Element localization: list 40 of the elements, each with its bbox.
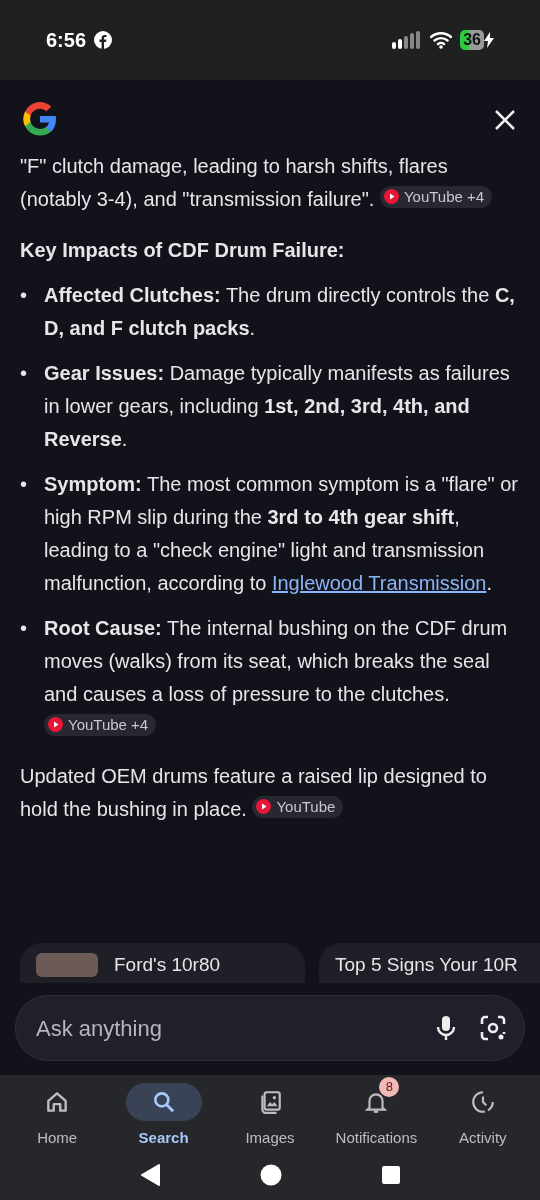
body-text: Affected Clutches: The drum directly controls the C, D, and F clutch packs. <box>44 283 516 341</box>
source-link[interactable]: Inglewood Transmission <box>271 572 487 594</box>
nav-tab[interactable]: Activity <box>429 1075 537 1150</box>
nav-tab[interactable]: Images <box>216 1075 324 1150</box>
source-chip[interactable]: YouTube <box>252 795 344 818</box>
facebook-icon <box>94 31 113 49</box>
section-heading: Key Impacts of CDF Drum Failure: <box>20 238 346 263</box>
body-text: Symptom: The most common symptom is a "flare" or high RPM slip during the 3rd to 4th gear shift, leading to a "check engine" light and transmission malfunction, according to Inglewood Transmission. <box>44 472 519 596</box>
source-chip[interactable]: YouTube +4 <box>379 185 493 208</box>
count-badge: 8 <box>379 1077 400 1098</box>
result-card[interactable]: Ford's 10r80 <box>20 942 305 983</box>
play-icon <box>48 717 63 732</box>
clock: 6:56 <box>46 28 87 53</box>
bullet-marker: • <box>20 361 28 386</box>
result-card[interactable]: Top 5 Signs Your 10R <box>319 942 540 983</box>
bullet-marker: • <box>20 472 28 497</box>
photo-placeholder <box>36 952 98 977</box>
search-bar[interactable]: Ask anything <box>15 995 525 1061</box>
home-circle-icon[interactable] <box>260 1164 282 1186</box>
bullet-marker: • <box>20 283 28 308</box>
body-text: Root Cause: The internal bushing on the CDF drum moves (walks) from its seat, which breaks the seal and causes a loss of pressure to the clutches. YouTube +4 <box>44 612 520 744</box>
body-text: Gear Issues: Damage typically manifests as failures in lower gears, including 1st, 2nd, 3rd, 4th, and Reverse. <box>44 361 511 452</box>
body-text: Updated OEM drums feature a raised lip designed to hold the bushing in place. YouTube <box>20 764 488 822</box>
microphone-icon[interactable] <box>436 1015 456 1041</box>
card-title: Top 5 Signs Your 10R <box>335 952 518 977</box>
card-title: Ford's 10r80 <box>114 952 221 977</box>
body-text: "F" clutch damage, leading to harsh shifts, flares (notably 3-4), and "transmission failure". YouTube +4 <box>20 150 520 216</box>
signal-icon <box>392 31 423 49</box>
back-icon[interactable] <box>140 1164 160 1186</box>
play-icon <box>256 799 272 814</box>
nav-tab[interactable]: Home <box>4 1075 111 1150</box>
camera-lens-icon[interactable] <box>480 1015 506 1041</box>
nav-tab[interactable]: Search <box>110 1075 217 1150</box>
nav-tab[interactable]: 8 Notifications <box>323 1075 430 1150</box>
source-chip[interactable]: YouTube +4 <box>44 713 157 736</box>
wifi-icon <box>430 31 453 49</box>
activity-icon <box>469 1089 496 1116</box>
search-field[interactable]: Ask anything <box>34 1010 436 1046</box>
bullet-marker: • <box>20 616 28 641</box>
play-icon <box>383 189 399 204</box>
